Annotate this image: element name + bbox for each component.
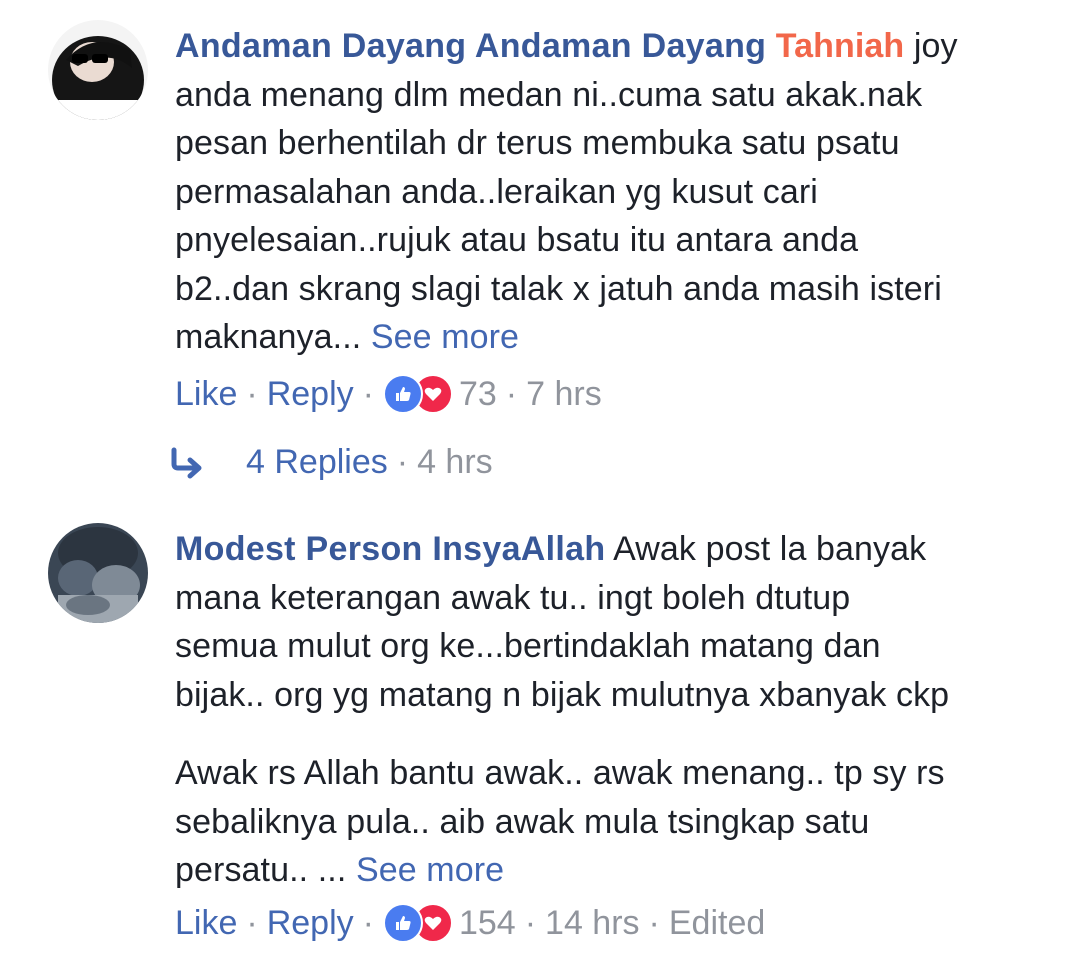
- comment-actions: Like · Reply · 73 · 7 hrs: [175, 370, 1050, 418]
- comment-line: joy: [904, 27, 958, 65]
- separator-dot: ·: [524, 903, 537, 942]
- comment-line: Awak post la banyak: [605, 530, 927, 568]
- comment-author[interactable]: Andaman Dayang Andaman Dayang: [175, 27, 766, 65]
- comment-timestamp[interactable]: 7 hrs: [526, 370, 602, 418]
- reply-button[interactable]: Reply: [267, 370, 354, 418]
- reaction-count[interactable]: 73: [459, 370, 497, 418]
- comment-line: permasalahan anda..leraikan yg kusut car…: [175, 172, 818, 211]
- comment-line: sebaliknya pula.. aib awak mula tsingkap…: [175, 802, 870, 841]
- avatar-andaman-dayang[interactable]: [48, 20, 148, 120]
- separator-dot: ·: [246, 374, 258, 413]
- avatar-modest-person[interactable]: [48, 523, 148, 623]
- see-more-link[interactable]: See more: [371, 318, 519, 356]
- edited-label[interactable]: Edited: [669, 899, 765, 947]
- like-button[interactable]: Like: [175, 899, 237, 947]
- separator-dot: ·: [362, 903, 374, 942]
- separator-dot: ·: [246, 903, 258, 942]
- comment-line: pesan berhentilah dr terus membuka satu …: [175, 124, 900, 162]
- like-reaction-icon: [382, 902, 423, 943]
- see-more-link[interactable]: See more: [356, 851, 504, 889]
- reactions-summary[interactable]: [382, 373, 453, 414]
- avatar-image: [48, 20, 148, 120]
- comment-text: Modest Person InsyaAllah Awak post la ba…: [175, 525, 1050, 719]
- replies-timestamp: 4 hrs: [417, 443, 493, 481]
- comment-line: pnyelesaian..rujuk atau bsatu itu antara…: [175, 221, 859, 259]
- view-replies-link[interactable]: 4 Replies: [246, 438, 388, 486]
- comment-paragraph-2: Awak rs Allah bantu awak.. awak menang..…: [175, 749, 1050, 895]
- reply-arrow-icon: [168, 442, 208, 482]
- comment-actions: Like · Reply · 154 · 14 hrs · Edited: [175, 899, 1050, 947]
- like-button[interactable]: Like: [175, 370, 237, 418]
- separator-dot: ·: [505, 374, 518, 413]
- like-reaction-icon: [382, 373, 423, 414]
- mention-link[interactable]: Tahniah: [776, 27, 905, 65]
- comment-line: mana keterangan awak tu.. ingt boleh dtu…: [175, 578, 851, 617]
- comment-line: semua mulut org ke...bertindaklah matang…: [175, 627, 881, 665]
- reactions-summary[interactable]: [382, 902, 453, 943]
- separator-dot: ·: [648, 903, 660, 942]
- comment-author[interactable]: Modest Person InsyaAllah: [175, 530, 605, 568]
- view-replies-row[interactable]: 4 Replies · 4 hrs: [168, 438, 493, 486]
- comment-line: Awak rs Allah bantu awak.. awak menang..…: [175, 754, 945, 792]
- reaction-count[interactable]: 154: [459, 899, 516, 947]
- reply-button[interactable]: Reply: [267, 899, 354, 947]
- comment-line: bijak.. org yg matang n bijak mulutnya x…: [175, 675, 950, 714]
- separator-dot: ·: [362, 374, 374, 413]
- comment-text: Andaman Dayang Andaman Dayang Tahniah jo…: [175, 22, 1050, 362]
- comment-timestamp[interactable]: 14 hrs: [545, 899, 640, 947]
- comment-line: anda menang dlm medan ni..cuma satu akak…: [175, 75, 923, 114]
- comment-line: b2..dan skrang slagi talak x jatuh anda …: [175, 269, 942, 308]
- comment-line: persatu.. ...: [175, 851, 356, 889]
- comment-line: maknanya...: [175, 318, 371, 356]
- separator-dot: ·: [396, 443, 409, 481]
- avatar-image: [48, 523, 148, 623]
